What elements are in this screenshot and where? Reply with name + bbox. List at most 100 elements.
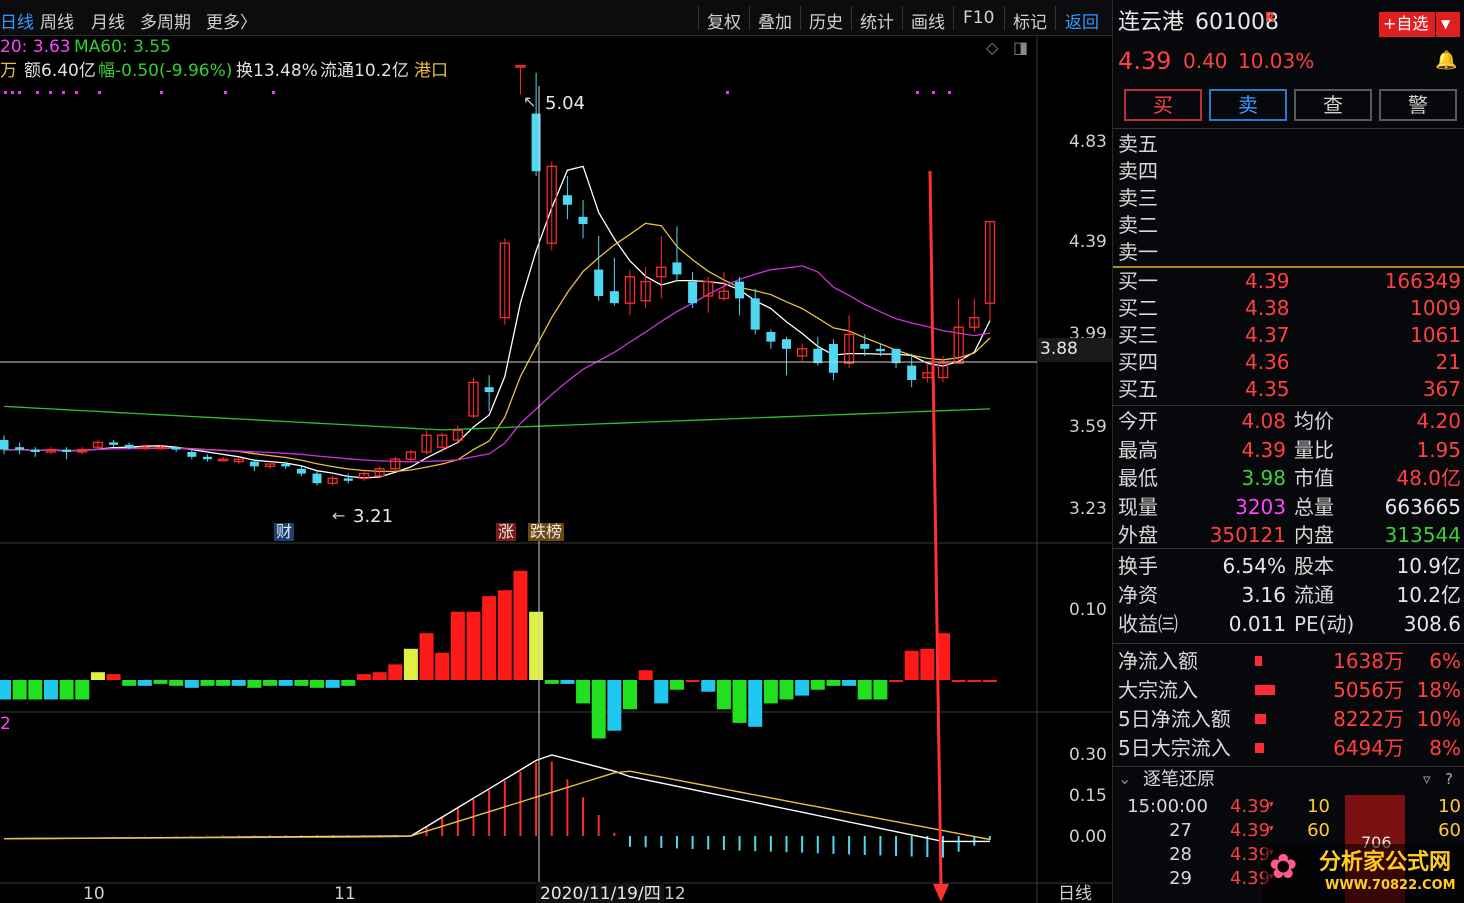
bid-volume: 21 <box>1435 350 1461 374</box>
signal-dot <box>272 91 275 94</box>
flow-label: 净流入额 <box>1118 649 1198 673</box>
watermark-url: WWW.70822.COM <box>1325 878 1456 893</box>
ask-level-3: 卖三 <box>1118 186 1158 210</box>
stat-value: 663665 <box>1384 494 1461 519</box>
macd-tick: 0.00 <box>1069 827 1107 847</box>
divider <box>1113 128 1464 129</box>
tool-f10[interactable]: F10 <box>963 8 994 28</box>
tool-back[interactable]: 返回 <box>1065 8 1099 33</box>
price-change-pct: 10.03% <box>1238 49 1315 73</box>
volume-bar <box>184 680 199 688</box>
kline-chart[interactable] <box>0 36 1112 903</box>
volume-bar <box>356 674 371 680</box>
candle-down <box>609 291 619 304</box>
volume-bar <box>779 680 794 700</box>
fundamental-label: 收益㈢ <box>1118 612 1178 636</box>
bell-icon[interactable]: 🔔 <box>1435 52 1457 70</box>
bid-price: 4.36 <box>1245 350 1290 374</box>
stat-label: 市值 <box>1294 466 1334 490</box>
volume-bar <box>59 680 74 700</box>
candlesticks <box>0 64 996 486</box>
tab-weekly[interactable]: 周线 <box>40 8 74 33</box>
candle-down <box>766 332 776 342</box>
add-watchlist-button[interactable]: +自选 <box>1379 12 1435 37</box>
volume-bar <box>43 680 58 700</box>
tab-daily[interactable]: 日线 <box>0 8 34 33</box>
stat-label: 内盘 <box>1294 523 1334 547</box>
signal-dot <box>948 91 951 94</box>
bid-price: 4.35 <box>1245 377 1290 401</box>
limit-up-tag[interactable]: 涨 <box>496 523 517 541</box>
bid-price: 4.39 <box>1245 269 1290 293</box>
tab-more[interactable]: 更多〉 <box>206 8 257 33</box>
tool-history[interactable]: 历史 <box>809 8 843 33</box>
fundamental-value: 10.9亿 <box>1396 554 1461 578</box>
change-readout: 幅-0.50(-9.96%) <box>98 61 233 81</box>
macd-param-label: 2 <box>0 714 11 734</box>
tick-time: 15:00:00 <box>1127 796 1208 817</box>
stat-label: 现量 <box>1118 494 1158 519</box>
turnover-readout: 换13.48% <box>236 61 318 81</box>
candle-down <box>562 195 572 205</box>
query-button[interactable]: 查 <box>1294 89 1372 121</box>
candle-down <box>594 269 604 296</box>
ranking-tag[interactable]: 跌榜 <box>528 523 565 541</box>
volume-bar <box>732 680 747 723</box>
candle-down <box>109 442 119 445</box>
bid-volume: 367 <box>1422 377 1461 401</box>
crosshair <box>0 86 1037 883</box>
finance-tag[interactable]: 财 <box>274 523 295 541</box>
amount-readout: 额6.40亿 <box>24 61 96 81</box>
flow-bar <box>1255 743 1264 753</box>
volume-bars <box>0 570 997 739</box>
alert-button[interactable]: 警 <box>1379 89 1457 121</box>
price-tick: 3.23 <box>1069 499 1107 519</box>
date-tick-october: 10 <box>83 884 105 903</box>
candle-down <box>281 464 291 467</box>
volume-bar <box>435 652 450 680</box>
sell-button[interactable]: 卖 <box>1209 89 1287 121</box>
tick-volume: 60 <box>1307 820 1330 841</box>
cursor-date-label: 2020/11/19/四 <box>540 884 661 903</box>
help-icon[interactable]: ? <box>1445 772 1453 787</box>
flow-bar <box>1255 685 1275 695</box>
fundamental-label: 换手 <box>1118 554 1158 578</box>
tab-multi-period[interactable]: 多周期 <box>140 8 191 33</box>
tool-draw[interactable]: 画线 <box>911 8 945 33</box>
watchlist-dropdown-button[interactable]: ▼ <box>1436 12 1460 37</box>
candle-down <box>735 281 745 299</box>
panel-toggle-icon[interactable]: ◨ <box>1013 40 1028 56</box>
volume-bar <box>0 680 11 700</box>
low-arrow-icon: ← <box>332 506 346 525</box>
signal-dot <box>49 91 52 94</box>
volume-bar <box>75 680 90 700</box>
buy-button[interactable]: 买 <box>1124 89 1202 121</box>
collapse-icon[interactable]: ⌄ <box>1118 771 1131 787</box>
sector-link[interactable]: 港口 <box>414 63 448 80</box>
diamond-icon[interactable]: ◇ <box>986 40 998 56</box>
candle-down <box>62 449 72 452</box>
stat-label: 总量 <box>1294 494 1334 519</box>
filter-icon[interactable]: ▿ <box>1423 772 1431 787</box>
flower-logo-icon: ✿ <box>1269 847 1298 887</box>
tool-overlay[interactable]: 叠加 <box>758 8 792 33</box>
bid-ask-divider <box>1113 266 1464 268</box>
volume-bar <box>450 611 465 680</box>
ask-level-5: 卖五 <box>1118 132 1158 156</box>
signal-dot <box>932 91 935 94</box>
tab-monthly[interactable]: 月线 <box>91 8 125 33</box>
ma5-line <box>4 165 991 479</box>
flow-bar <box>1255 714 1266 724</box>
volume-bar <box>904 650 919 680</box>
chevron-down-icon: ▼ <box>1441 17 1451 31</box>
volume-bar <box>920 648 935 680</box>
signal-dot <box>160 91 163 94</box>
tool-mark[interactable]: 标记 <box>1013 8 1047 33</box>
tool-stats[interactable]: 统计 <box>860 8 894 33</box>
period-label[interactable]: 日线 <box>1058 886 1092 903</box>
candle-down <box>875 348 885 352</box>
volume-bar <box>341 680 356 686</box>
toolbar-divider <box>902 6 903 30</box>
red-arrow-annotation <box>928 170 949 902</box>
tool-fuquan[interactable]: 复权 <box>707 8 741 33</box>
